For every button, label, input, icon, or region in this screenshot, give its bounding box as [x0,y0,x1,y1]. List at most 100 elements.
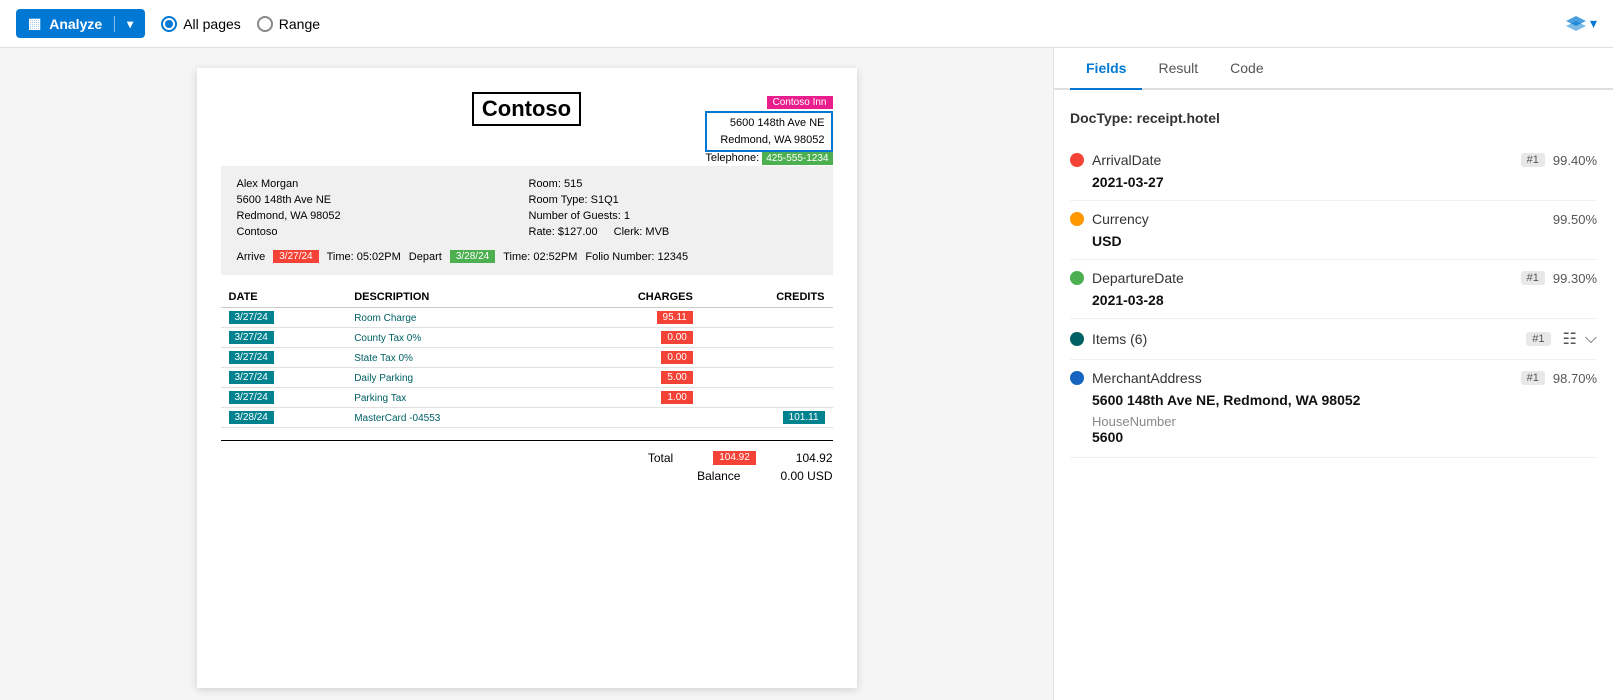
guest-address2: Redmond, WA 98052 [237,210,525,222]
total-value: 104.92 [796,451,833,465]
balance-value: 0.00 USD [780,469,832,483]
row-credits [701,328,833,348]
all-pages-label: All pages [183,16,241,32]
items-chevron-icon[interactable]: ⌵ [1585,330,1597,348]
row-date: 3/27/24 [221,388,347,408]
guest-address1: 5600 148th Ave NE [237,194,525,206]
doctype-row: DocType: receipt.hotel [1070,102,1597,142]
all-pages-option[interactable]: All pages [161,16,241,32]
row-desc: Parking Tax [346,388,555,408]
layers-button[interactable]: ▾ [1566,15,1597,32]
toolbar: ▦ Analyze ▾ All pages Range ▾ [0,0,1613,48]
field-arrival-header: ArrivalDate #1 99.40% [1070,152,1597,168]
row-charges: 1.00 [555,388,700,408]
tab-result[interactable]: Result [1142,48,1214,90]
departure-confidence: 99.30% [1553,271,1597,286]
fields-content: DocType: receipt.hotel ArrivalDate #1 99… [1054,90,1613,700]
guest-room: Room: 515 [529,178,817,190]
departure-name: DepartureDate [1092,270,1513,286]
row-date: 3/27/24 [221,328,347,348]
merchant-value: 5600 148th Ave NE, Redmond, WA 98052 [1070,392,1597,408]
field-merchant-header: MerchantAddress #1 98.70% [1070,370,1597,386]
guest-info-block: Alex Morgan Room: 515 5600 148th Ave NE … [221,166,833,275]
departure-badge: #1 [1521,271,1545,285]
total-row: Total 104.92 104.92 [221,449,833,467]
items-badge: #1 [1526,332,1550,346]
table-row: 3/27/24 Room Charge 95.11 [221,308,833,328]
merchant-dot [1070,371,1084,385]
arrival-dot [1070,153,1084,167]
analyze-chevron-icon: ▾ [127,17,133,31]
departure-dot [1070,271,1084,285]
depart-label: Depart [409,251,442,263]
total-highlight: 104.92 [713,451,756,465]
hotel-address-line2: Redmond, WA 98052 [713,132,824,149]
house-number-label: HouseNumber [1092,414,1597,429]
document-panel: Contoso Contoso Inn 5600 148th Ave NE Re… [0,48,1053,700]
analyze-icon: ▦ [28,15,41,32]
sub-field-house-number: HouseNumber 5600 [1070,408,1597,447]
hotel-address-block: Contoso Inn 5600 148th Ave NE Redmond, W… [705,92,832,164]
arrive-time: Time: 05:02PM [327,251,401,263]
field-merchant-address: MerchantAddress #1 98.70% 5600 148th Ave… [1070,360,1597,458]
telephone-label: Telephone: [705,152,759,164]
table-header-row: DATE DESCRIPTION CHARGES CREDITS [221,287,833,308]
field-departure-header: DepartureDate #1 99.30% [1070,270,1597,286]
field-currency: Currency 99.50% USD [1070,201,1597,260]
range-option[interactable]: Range [257,16,320,32]
balance-row: Balance 0.00 USD [221,467,833,485]
telephone-value: 425-555-1234 [762,152,832,165]
table-row: 3/27/24 State Tax 0% 0.00 [221,348,833,368]
guest-room-type: Room Type: S1Q1 [529,194,817,206]
analyze-button[interactable]: ▦ Analyze ▾ [16,9,145,38]
depart-date: 3/28/24 [450,250,495,263]
range-radio[interactable] [257,16,273,32]
main-container: Contoso Contoso Inn 5600 148th Ave NE Re… [0,48,1613,700]
balance-label: Balance [697,469,740,483]
field-items-header: Items (6) #1 ☷ ⌵ [1070,329,1597,349]
arrive-row: Arrive 3/27/24 Time: 05:02PM Depart 3/28… [237,250,817,263]
total-section: Total 104.92 104.92 Balance 0.00 USD [221,440,833,485]
all-pages-radio[interactable] [161,16,177,32]
hotel-name-badge: Contoso Inn [767,96,833,109]
hotel-address-line1: 5600 148th Ave NE [713,115,824,132]
layers-chevron-icon: ▾ [1590,15,1597,32]
row-desc: State Tax 0% [346,348,555,368]
arrival-badge: #1 [1521,153,1545,167]
guest-num-guests: Number of Guests: 1 [529,210,817,222]
row-date: 3/28/24 [221,408,347,428]
page-selector: All pages Range [161,16,320,32]
arrival-confidence: 99.40% [1553,153,1597,168]
row-desc: Daily Parking [346,368,555,388]
row-desc: County Tax 0% [346,328,555,348]
col-credits: CREDITS [701,287,833,308]
guest-clerk: Clerk: MVB [614,226,670,238]
fields-panel: Fields Result Code DocType: receipt.hote… [1053,48,1613,700]
hotel-address-box: 5600 148th Ave NE Redmond, WA 98052 [705,111,832,152]
guest-rate: Rate: $127.00 [529,226,598,238]
tab-fields[interactable]: Fields [1070,48,1142,90]
row-charges: 95.11 [555,308,700,328]
doctype-value: receipt.hotel [1137,110,1220,126]
col-charges: CHARGES [555,287,700,308]
items-dot [1070,332,1084,346]
doctype-label: DocType: [1070,110,1133,126]
document-container: Contoso Contoso Inn 5600 148th Ave NE Re… [197,68,857,688]
tab-code[interactable]: Code [1214,48,1279,90]
currency-dot [1070,212,1084,226]
total-label: Total [648,451,673,465]
currency-name: Currency [1092,211,1545,227]
layers-icon [1566,16,1586,32]
row-desc: Room Charge [346,308,555,328]
guest-company: Contoso [237,226,525,238]
field-arrival-date: ArrivalDate #1 99.40% 2021-03-27 [1070,142,1597,201]
col-description: DESCRIPTION [346,287,555,308]
arrival-name: ArrivalDate [1092,152,1513,168]
row-credits [701,388,833,408]
folio-number: Folio Number: 12345 [585,251,688,263]
telephone-line: Telephone: 425-555-1234 [705,152,832,164]
row-date: 3/27/24 [221,368,347,388]
currency-value: USD [1070,233,1597,249]
range-label: Range [279,16,320,32]
items-table: DATE DESCRIPTION CHARGES CREDITS 3/27/24… [221,287,833,428]
